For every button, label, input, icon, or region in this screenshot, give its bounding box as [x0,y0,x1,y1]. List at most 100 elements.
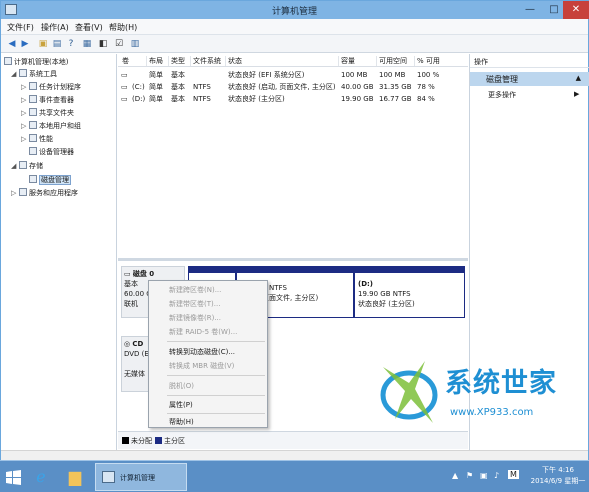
tray-volume-icon[interactable]: ♪ [494,471,499,480]
disk-context-menu: 新建跨区卷(N)... 新建带区卷(T)... 新建镜像卷(R)... 新建 R… [148,280,268,428]
expand-arrow-icon[interactable]: ▷ [21,109,26,117]
tree-item-storage[interactable]: 存储 [19,160,43,172]
view-icon[interactable]: ▥ [129,38,141,50]
expand-arrow-icon[interactable]: ▷ [21,83,26,91]
tray-chevron-icon[interactable]: ▲ [452,471,458,480]
column-header-layout[interactable]: 布局 [146,56,163,66]
help-icon[interactable]: ? [65,38,77,50]
menu-view[interactable]: 查看(V) [75,22,103,33]
tree-item-services-applications[interactable]: 服务和应用程序 [19,187,78,199]
legend-primary: 主分区 [164,437,185,445]
tree-item-device-manager[interactable]: 设备管理器 [29,146,74,158]
watermark-logo-icon [380,361,438,423]
checkbox-icon[interactable]: ☑ [113,38,125,50]
volume-row[interactable]: ▭ (C:) 简单 基本 NTFS 状态良好 (启动, 页面文件, 主分区) 4… [118,81,468,93]
expand-arrow-icon[interactable]: ▷ [21,122,26,130]
volume-drive-icon: ▭ [121,83,128,91]
tree-item-shared-folders[interactable]: 共享文件夹 [29,107,74,119]
tree-item-local-users-groups[interactable]: 本地用户和组 [29,120,81,132]
more-actions-link[interactable]: 更多操作 [488,90,516,100]
column-header-volume[interactable]: 卷 [120,56,129,66]
clock-icon [29,82,37,90]
menu-separator [167,375,265,376]
services-icon [19,188,27,196]
menu-new-striped-volume[interactable]: 新建带区卷(T)... [169,299,220,309]
tree-item-system-tools[interactable]: 系统工具 [19,68,57,80]
volume-drive-icon: ▭ [121,95,128,103]
menu-new-spanned-volume[interactable]: 新建跨区卷(N)... [169,285,221,295]
status-bar [1,450,588,460]
internet-explorer-icon[interactable]: ℯ [26,463,56,491]
tray-network-icon[interactable]: ▣ [480,471,488,480]
expand-arrow-icon[interactable]: ▷ [21,96,26,104]
tray-flag-icon[interactable]: ⚑ [466,471,473,480]
tree-item-computer-management[interactable]: 计算机管理(本地) [4,56,68,68]
show-hide-tree-icon[interactable]: ▤ [51,38,63,50]
computer-icon [4,57,12,65]
menu-bar: 文件(F) 操作(A) 查看(V) 帮助(H) [1,19,588,35]
menu-convert-to-dynamic[interactable]: 转换到动态磁盘(C)... [169,347,235,357]
menu-offline[interactable]: 脱机(O) [169,381,194,391]
expand-arrow-icon[interactable]: ▷ [21,135,26,143]
actions-header: 操作 [470,54,589,68]
expand-arrow-icon[interactable]: ▷ [11,189,16,197]
disk-icon: ▭ [124,270,133,278]
tree-item-task-scheduler[interactable]: 任务计划程序 [29,81,81,93]
export-icon[interactable]: ◧ [97,38,109,50]
volume-drive-icon: ▭ [121,71,128,79]
menu-convert-to-mbr[interactable]: 转换成 MBR 磁盘(V) [169,361,234,371]
disk-icon [29,175,37,183]
column-header-type[interactable]: 类型 [168,56,185,66]
windows-start-icon[interactable] [6,470,21,485]
back-arrow-icon[interactable]: ◀ [6,38,18,50]
menu-file[interactable]: 文件(F) [7,22,34,33]
watermark: 系统世家 www.XP933.com [375,353,585,433]
minimize-button[interactable]: — [517,1,543,19]
computer-management-icon [102,471,115,483]
menu-separator [167,413,265,414]
collapse-arrow-icon[interactable]: ◢ [11,70,16,78]
tools-icon [19,69,27,77]
properties-icon[interactable]: ▦ [81,38,93,50]
partition-d[interactable]: (D:) 19.90 GB NTFS 状态良好 (主分区) [354,266,465,318]
taskbar: ℯ ▆ 计算机管理 ▲ ⚑ ▣ ♪ M 下午 4:16 2014/6/9 星期一 [0,460,589,492]
toolbar: ◀ ▶ ▣ ▤ ? ▦ ◧ ☑ ▥ [1,35,588,53]
collapse-triangle-icon[interactable]: ▲ [576,74,581,82]
collapse-arrow-icon[interactable]: ◢ [11,162,16,170]
column-header-percent-free[interactable]: % 可用 [414,56,440,66]
legend-unallocated: 未分配 [131,437,152,445]
input-method-indicator[interactable]: M [508,470,519,479]
column-header-status[interactable]: 状态 [225,56,242,66]
device-manager-icon [29,147,37,155]
watermark-text: 系统世家 [445,368,557,399]
performance-icon [29,134,37,142]
tree-item-event-viewer[interactable]: 事件查看器 [29,94,74,106]
column-header-capacity[interactable]: 容量 [338,56,355,66]
close-button[interactable]: ✕ [563,1,589,19]
volume-row[interactable]: ▭ 简单 基本 状态良好 (EFI 系统分区) 100 MB 100 MB 10… [118,69,468,81]
menu-properties[interactable]: 属性(P) [169,400,193,410]
window-title: 计算机管理 [271,7,317,17]
folder-icon [29,108,37,116]
system-clock[interactable]: 下午 4:16 2014/6/9 星期一 [530,465,586,487]
volume-row[interactable]: ▭ (D:) 简单 基本 NTFS 状态良好 (主分区) 19.90 GB 16… [118,93,468,105]
taskbar-item-computer-management[interactable]: 计算机管理 [95,463,187,491]
up-folder-icon[interactable]: ▣ [37,38,49,50]
title-bar[interactable]: 计算机管理 — □ ✕ [1,1,589,19]
forward-arrow-icon[interactable]: ▶ [19,38,31,50]
menu-separator [167,341,265,342]
file-explorer-icon[interactable]: ▆ [60,463,90,491]
menu-help[interactable]: 帮助(H) [109,22,137,33]
actions-section-disk-management[interactable]: 磁盘管理 ▲ [470,72,589,86]
menu-new-mirrored-volume[interactable]: 新建镜像卷(R)... [169,313,221,323]
tree-item-performance[interactable]: 性能 [29,133,53,145]
tree-item-disk-management[interactable]: 磁盘管理 [29,174,71,186]
legend-bar: 未分配 主分区 [118,431,468,449]
menu-new-raid5-volume[interactable]: 新建 RAID-5 卷(W)... [169,327,237,337]
volume-list-header: 卷 布局 类型 文件系统 状态 容量 可用空间 % 可用 [118,54,468,67]
column-header-filesystem[interactable]: 文件系统 [190,56,221,66]
menu-help[interactable]: 帮助(H) [169,417,194,427]
event-viewer-icon [29,95,37,103]
menu-action[interactable]: 操作(A) [41,22,69,33]
column-header-free-space[interactable]: 可用空间 [376,56,407,66]
